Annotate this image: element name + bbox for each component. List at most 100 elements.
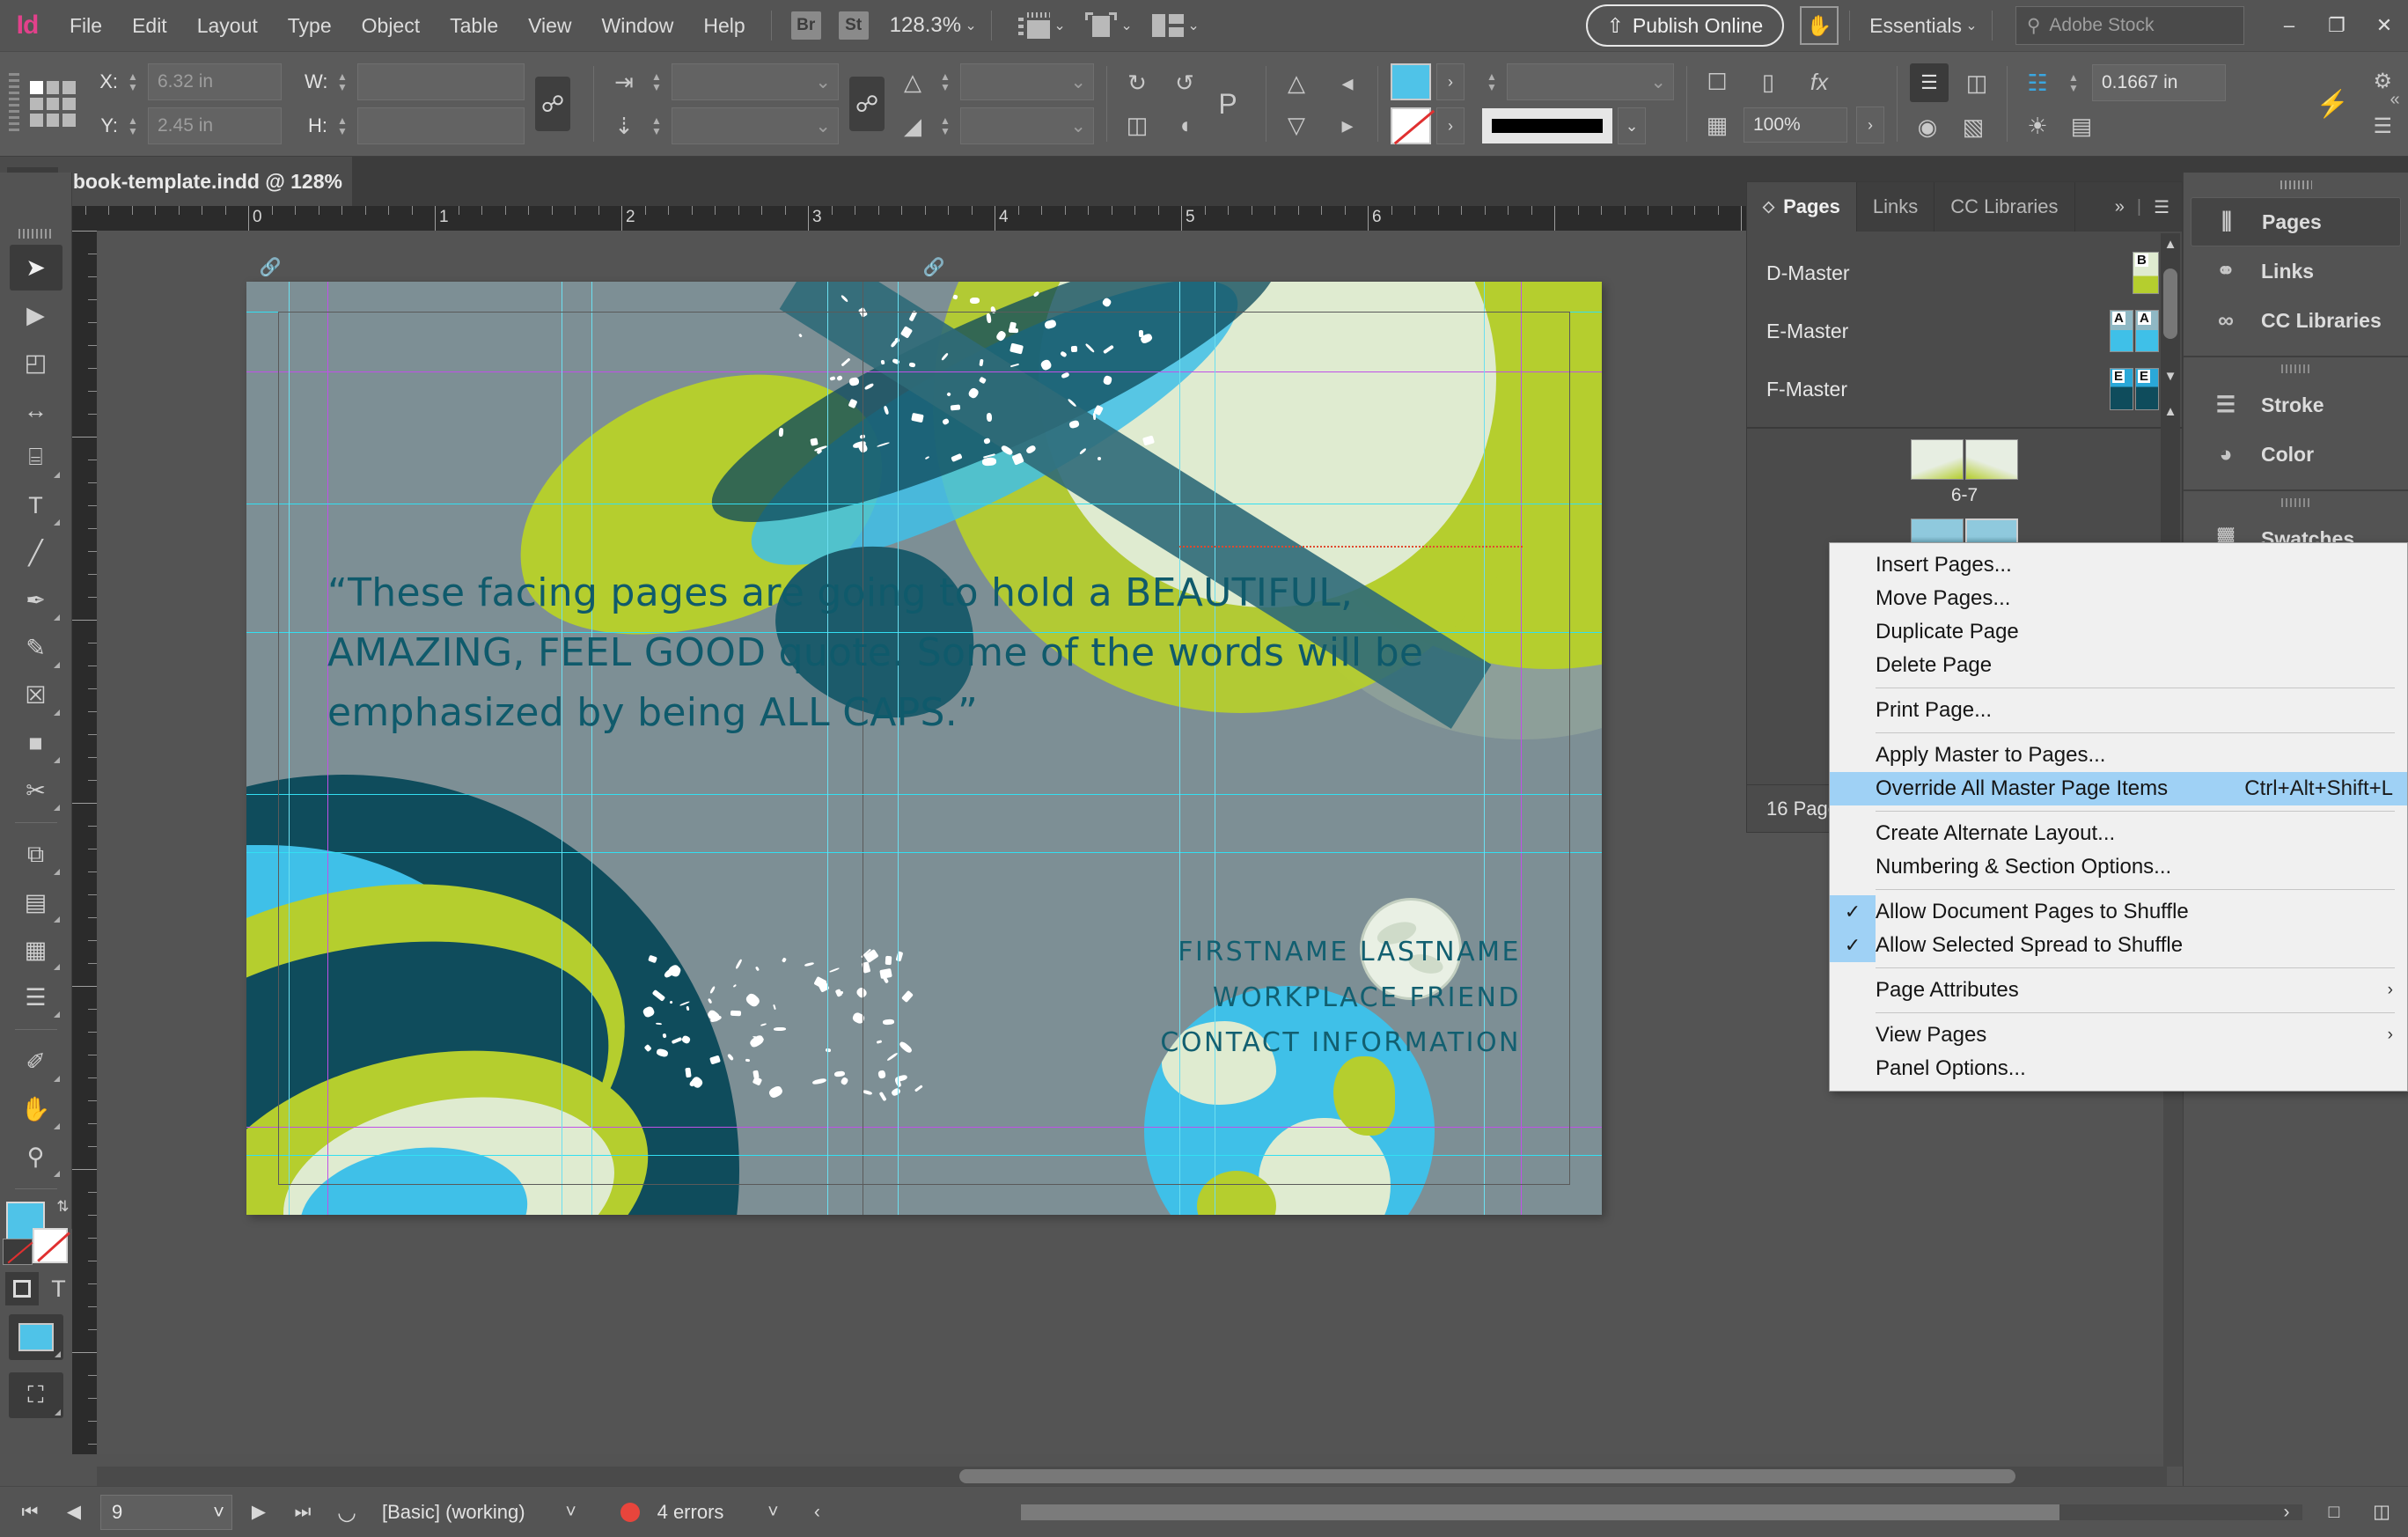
zoom-dropdown-icon[interactable]: ⌄ — [961, 17, 980, 34]
quote-text[interactable]: “These facing pages are going to hold a … — [327, 563, 1542, 744]
view-options-icon[interactable] — [1085, 12, 1118, 39]
dock-group-grip[interactable] — [2184, 357, 2408, 380]
rotate-dropdown-icon[interactable]: ⌄ — [1070, 115, 1086, 137]
page-thumb-6[interactable] — [1911, 439, 1964, 480]
adobe-stock-search[interactable]: ⚲ Adobe Stock — [2015, 6, 2244, 45]
format-container-icon[interactable] — [5, 1272, 40, 1305]
reference-point-selector[interactable] — [30, 81, 76, 127]
hand-tool[interactable]: ✋ — [10, 1086, 62, 1132]
distribute-icon[interactable]: ☷ — [2020, 65, 2055, 100]
workspace-label[interactable]: Essentials — [1869, 14, 1962, 38]
page-tool[interactable]: ◰ — [10, 340, 62, 386]
apply-color-button[interactable] — [8, 1314, 63, 1360]
first-page-icon[interactable]: ⏮ — [12, 1495, 48, 1530]
page-spread[interactable]: “These facing pages are going to hold a … — [246, 258, 1602, 1215]
stock-button[interactable]: St — [838, 11, 869, 40]
stroke-dropdown-icon[interactable]: › — [1436, 107, 1465, 144]
frame-fitting-icon[interactable]: ▤ — [2064, 108, 2099, 143]
rotate-input[interactable]: ⌄ — [960, 107, 1094, 144]
constrain-proportions-scale-button[interactable]: ☍ — [849, 77, 885, 131]
next-page-icon[interactable]: ▶ — [241, 1495, 276, 1530]
close-button[interactable]: ✕ — [2360, 0, 2408, 51]
workspace-dropdown-icon[interactable]: ⌄ — [1962, 17, 1981, 34]
pages-panel-tab-links[interactable]: Links — [1857, 182, 1935, 232]
shear-stepper[interactable]: ▲ ▼ — [936, 71, 955, 92]
corner-options-icon[interactable]: ☐ — [1700, 64, 1735, 99]
stroke-weight-input[interactable]: ⌄ — [1507, 63, 1674, 100]
bridge-button[interactable]: Br — [790, 11, 821, 40]
rotate-ccw-icon[interactable]: ↺ — [1167, 65, 1202, 100]
bring-to-front-icon[interactable]: △ — [1279, 65, 1314, 100]
stroke-swatch[interactable] — [1391, 107, 1431, 144]
pages-scroll-up-icon-2[interactable]: ▲ — [2161, 401, 2180, 422]
vertical-ruler[interactable] — [72, 231, 97, 1454]
pages-panel-tab-cc-libraries[interactable]: CC Libraries — [1934, 182, 2075, 232]
context-menu-item[interactable]: Print Page... — [1830, 694, 2407, 727]
menu-view[interactable]: View — [513, 0, 586, 51]
menu-table[interactable]: Table — [435, 0, 513, 51]
scale-x-stepper[interactable]: ▲ ▼ — [647, 71, 666, 92]
context-menu-item[interactable]: Create Alternate Layout... — [1830, 817, 2407, 850]
align-bottom-icon[interactable]: ▧ — [1956, 109, 1991, 144]
context-menu-item[interactable]: Panel Options... — [1830, 1052, 2407, 1085]
w-input[interactable] — [357, 63, 525, 100]
stroke-weight-stepper[interactable]: ▲ ▼ — [1482, 71, 1501, 92]
preflight-icon[interactable]: ◡ — [329, 1495, 364, 1530]
arrange-documents-icon[interactable] — [1152, 12, 1185, 39]
dock-grip-top[interactable] — [2184, 173, 2408, 197]
note-tool[interactable]: ☰ — [10, 974, 62, 1020]
context-menu-item[interactable]: Move Pages... — [1830, 582, 2407, 615]
dock-item-cc-libraries[interactable]: ∞ CC Libraries — [2191, 296, 2401, 345]
rectangle-frame-tool[interactable]: ☒ — [10, 673, 62, 718]
gap-input[interactable]: 0.1667 in — [2092, 64, 2226, 101]
contact-block[interactable]: FIRSTNAME LASTNAME WORKPLACE FRIEND CONT… — [1028, 930, 1521, 1066]
touch-workspace-icon[interactable]: ✋ — [1800, 6, 1839, 45]
text-wrap-none-icon[interactable]: ☰ — [1910, 63, 1949, 102]
gap-tool[interactable]: ↔ — [10, 387, 62, 433]
publish-online-button[interactable]: ⇧ Publish Online — [1585, 4, 1785, 47]
text-wrap-object-icon[interactable]: ◫ — [1959, 65, 1994, 100]
scale-y-input[interactable]: ⌄ — [672, 107, 839, 144]
master-page-row[interactable]: F-Master E E — [1747, 360, 2182, 418]
previous-page-icon[interactable]: ◀ — [56, 1495, 92, 1530]
dock-item-pages[interactable]: ⫼ Pages — [2191, 197, 2401, 246]
view-options-dropdown-icon[interactable]: ⌄ — [1117, 17, 1136, 34]
view-single-page-icon[interactable]: □ — [2316, 1495, 2352, 1530]
pen-tool[interactable]: ✒ — [10, 577, 62, 623]
context-menu-item[interactable]: Duplicate Page — [1830, 615, 2407, 649]
context-menu-item[interactable]: Delete Page — [1830, 649, 2407, 682]
flip-horizontal-icon[interactable]: ◫ — [1120, 107, 1155, 143]
dock-item-stroke[interactable]: ☰ Stroke — [2191, 380, 2401, 430]
page-thumb-7[interactable] — [1965, 439, 2018, 480]
h-stepper[interactable]: ▲ ▼ — [333, 115, 352, 136]
context-menu-item[interactable]: Apply Master to Pages... — [1830, 739, 2407, 772]
menu-object[interactable]: Object — [347, 0, 435, 51]
pages-panel-tab-pages[interactable]: ◇ Pages — [1747, 182, 1857, 232]
dock-item-color[interactable]: ◕ Color — [2191, 430, 2401, 479]
x-input[interactable]: 6.32 in — [148, 63, 282, 100]
line-tool[interactable]: ╱ — [10, 530, 62, 576]
context-menu-item[interactable]: Insert Pages... — [1830, 548, 2407, 582]
stroke-weight-dropdown-icon[interactable]: ⌄ — [1650, 71, 1666, 93]
toolbox-grip[interactable] — [0, 224, 71, 243]
context-menu-item[interactable]: ✓ Allow Document Pages to Shuffle — [1830, 895, 2407, 929]
pages-context-menu[interactable]: Insert Pages... Move Pages... Duplicate Pa… — [1829, 542, 2408, 1092]
scissors-tool[interactable]: ✂ — [10, 768, 62, 813]
menu-type[interactable]: Type — [273, 0, 347, 51]
shear-dropdown-icon[interactable]: ⌄ — [1070, 71, 1086, 93]
direct-selection-tool[interactable]: ▶ — [10, 292, 62, 338]
context-menu-item[interactable]: Numbering & Section Options... — [1830, 850, 2407, 884]
canvas-horizontal-scrollbar[interactable] — [97, 1467, 2167, 1486]
page-number-input[interactable]: 9 ˅ — [100, 1494, 232, 1530]
context-menu-item[interactable]: ✓ Allow Selected Spread to Shuffle — [1830, 929, 2407, 962]
scale-x-dropdown-icon[interactable]: ⌄ — [815, 71, 831, 93]
constrain-proportions-wh-button[interactable]: ☍ — [535, 77, 570, 131]
y-stepper[interactable]: ▲ ▼ — [123, 115, 143, 136]
panel-collapse-icon[interactable]: ◇ — [1763, 198, 1774, 216]
effects-fx-icon[interactable]: fx — [1802, 64, 1837, 99]
blend-mode-icon[interactable]: ▯ — [1751, 64, 1786, 99]
paragraph-direction-icon[interactable]: P — [1202, 86, 1253, 121]
pages-panel-overflow-icon[interactable]: » — [2115, 197, 2125, 217]
pencil-tool[interactable]: ✎ — [10, 625, 62, 671]
scale-y-stepper[interactable]: ▲ ▼ — [647, 115, 666, 136]
